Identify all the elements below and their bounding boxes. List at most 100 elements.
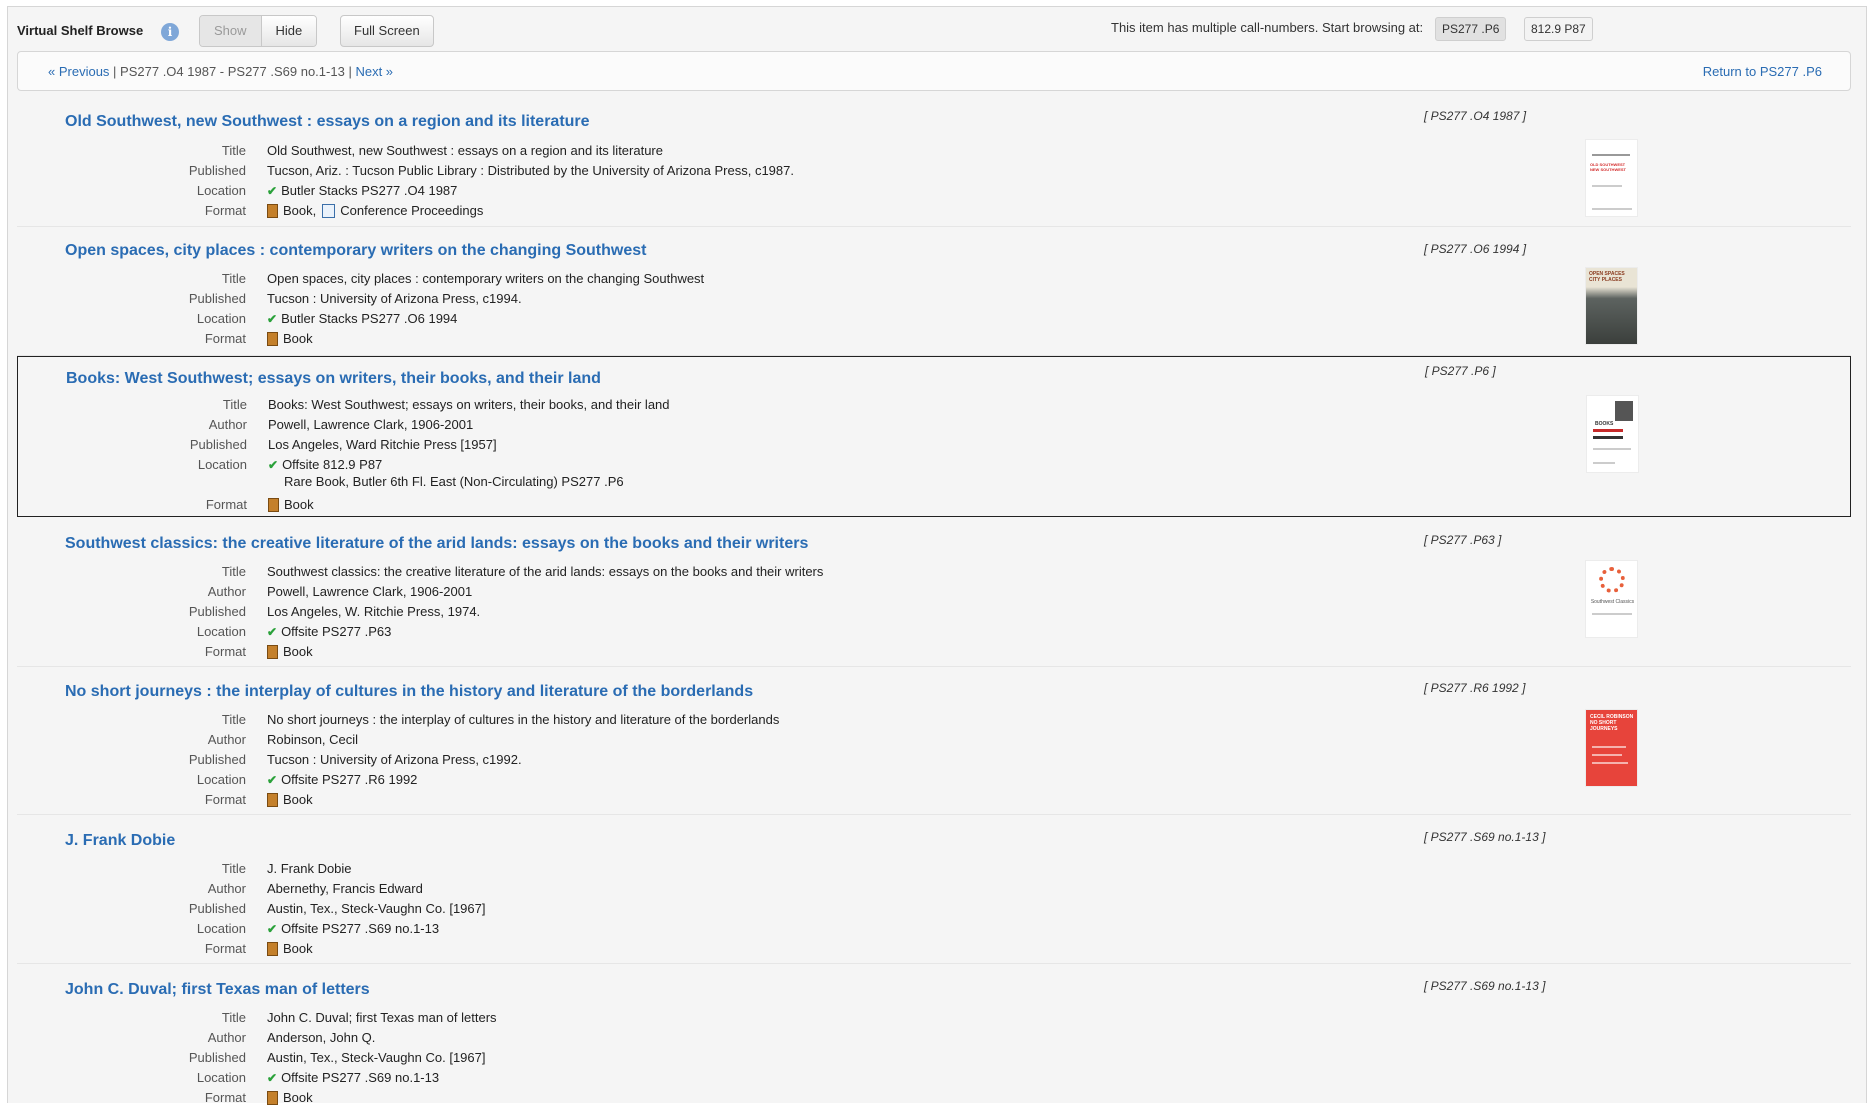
- shelf-record: Southwest classics: the creative literat…: [17, 517, 1851, 667]
- record-location-value: Offsite PS277 .S69 no.1-13: [281, 921, 440, 936]
- info-icon[interactable]: i: [161, 23, 179, 41]
- shelf-range-nav: « Previous | PS277 .O4 1987 - PS277 .S69…: [48, 64, 393, 79]
- field-label-published: Published: [188, 901, 246, 916]
- conference-proceedings-icon: [322, 204, 336, 218]
- record-title-link[interactable]: John C. Duval; first Texas man of letter…: [65, 981, 370, 999]
- record-author-value: Powell, Lawrence Clark, 1906-2001: [268, 417, 474, 432]
- book-cover-thumbnail[interactable]: BOOKS: [1586, 395, 1639, 473]
- shelf-record-selected: Books: West Southwest; essays on writers…: [17, 356, 1851, 517]
- available-check-icon: ✔: [267, 312, 278, 326]
- shelf-navigation-bar: « Previous | PS277 .O4 1987 - PS277 .S69…: [17, 51, 1851, 91]
- book-cover-thumbnail[interactable]: CECIL ROBINSON NO SHORT JOURNEYS: [1585, 709, 1638, 787]
- field-label-location: Location: [196, 311, 246, 326]
- show-hide-toggle: Show Hide: [199, 15, 318, 47]
- shelf-record: J. Frank Dobie [ PS277 .S69 no.1-13 ] Ti…: [17, 815, 1851, 964]
- shelf-browse-toolbar: Virtual Shelf Browse i Show Hide Full Sc…: [8, 7, 1866, 51]
- record-published-value: Tucson : University of Arizona Press, c1…: [267, 291, 522, 306]
- book-icon: [267, 204, 278, 218]
- record-call-number: [ PS277 .P63 ]: [1424, 533, 1502, 547]
- available-check-icon: ✔: [267, 922, 278, 936]
- book-cover-thumbnail[interactable]: Southwest Classics: [1585, 560, 1638, 638]
- field-label-location: Location: [196, 921, 246, 936]
- record-format-value: Book: [283, 941, 313, 956]
- book-icon: [267, 793, 278, 807]
- field-label-author: Author: [207, 881, 246, 896]
- record-format-value: Book,: [283, 203, 317, 218]
- panel-title: Virtual Shelf Browse: [17, 23, 144, 38]
- available-check-icon: ✔: [267, 625, 278, 639]
- available-check-icon: ✔: [267, 773, 278, 787]
- record-published-value: Los Angeles, W. Ritchie Press, 1974.: [267, 604, 481, 619]
- next-link[interactable]: Next »: [355, 64, 393, 79]
- field-label-format: Format: [205, 497, 247, 512]
- field-label-format: Format: [204, 331, 246, 346]
- field-label-format: Format: [204, 644, 246, 659]
- full-screen-button[interactable]: Full Screen: [340, 15, 434, 47]
- field-label-title: Title: [221, 1010, 246, 1025]
- hide-button[interactable]: Hide: [261, 16, 317, 46]
- book-icon: [267, 332, 278, 346]
- record-author-value: Powell, Lawrence Clark, 1906-2001: [267, 584, 473, 599]
- field-label-title: Title: [221, 271, 246, 286]
- field-label-published: Published: [188, 291, 246, 306]
- record-title-link[interactable]: No short journeys : the interplay of cul…: [65, 683, 753, 701]
- record-location-value: Butler Stacks PS277 .O4 1987: [281, 183, 458, 198]
- field-label-format: Format: [204, 792, 246, 807]
- show-button[interactable]: Show: [200, 16, 262, 46]
- record-title-link[interactable]: J. Frank Dobie: [65, 832, 175, 850]
- record-call-number: [ PS277 .S69 no.1-13 ]: [1424, 830, 1546, 844]
- field-label-format: Format: [204, 203, 246, 218]
- field-label-location: Location: [196, 183, 246, 198]
- record-published-value: Tucson, Ariz. : Tucson Public Library : …: [267, 163, 794, 178]
- cover-text: CECIL ROBINSON NO SHORT JOURNEYS: [1590, 714, 1634, 732]
- field-label-author: Author: [207, 584, 246, 599]
- record-title-link[interactable]: Southwest classics: the creative literat…: [65, 535, 808, 553]
- record-title-value: John C. Duval; first Texas man of letter…: [267, 1010, 497, 1025]
- book-icon: [267, 645, 278, 659]
- shelf-record: Open spaces, city places : contemporary …: [17, 227, 1851, 356]
- field-label-published: Published: [188, 163, 246, 178]
- record-title-value: Southwest classics: the creative literat…: [267, 564, 824, 579]
- virtual-shelf-browse-panel: Virtual Shelf Browse i Show Hide Full Sc…: [7, 6, 1867, 1105]
- record-location-extra: Rare Book, Butler 6th Fl. East (Non-Circ…: [284, 474, 624, 489]
- record-title-value: Open spaces, city places : contemporary …: [267, 271, 705, 286]
- shelf-record: No short journeys : the interplay of cul…: [17, 667, 1851, 815]
- callnumber-option-ps277-p6[interactable]: PS277 .P6: [1435, 17, 1507, 41]
- available-check-icon: ✔: [267, 1071, 278, 1085]
- nav-separator: |: [113, 64, 121, 79]
- record-title-value: No short journeys : the interplay of cul…: [267, 712, 780, 727]
- record-location-value: Butler Stacks PS277 .O6 1994: [281, 311, 458, 326]
- field-label-published: Published: [188, 1050, 246, 1065]
- book-cover-thumbnail[interactable]: OPEN SPACES CITY PLACES: [1585, 267, 1638, 345]
- record-location-value: Offsite PS277 .R6 1992: [281, 772, 418, 787]
- book-icon: [267, 942, 278, 956]
- record-published-value: Austin, Tex., Steck-Vaughn Co. [1967]: [267, 901, 486, 916]
- record-title-value: Books: West Southwest; essays on writers…: [268, 397, 670, 412]
- record-author-value: Anderson, John Q.: [267, 1030, 376, 1045]
- callnumber-option-812-9-p87[interactable]: 812.9 P87: [1524, 17, 1593, 41]
- record-title-value: Old Southwest, new Southwest : essays on…: [267, 143, 663, 158]
- record-title-link[interactable]: Open spaces, city places : contemporary …: [65, 242, 646, 260]
- shelf-record: John C. Duval; first Texas man of letter…: [17, 964, 1851, 1114]
- previous-link[interactable]: « Previous: [48, 64, 109, 79]
- cover-text: Southwest Classics: [1590, 599, 1635, 605]
- book-cover-thumbnail[interactable]: OLD SOUTHWEST NEW SOUTHWEST: [1585, 139, 1638, 217]
- field-label-title: Title: [221, 712, 246, 727]
- record-published-value: Austin, Tex., Steck-Vaughn Co. [1967]: [267, 1050, 486, 1065]
- return-to-item-link[interactable]: Return to PS277 .P6: [1703, 64, 1822, 79]
- field-label-title: Title: [221, 861, 246, 876]
- field-label-format: Format: [204, 941, 246, 956]
- field-label-location: Location: [196, 1070, 246, 1085]
- cover-text: OPEN SPACES CITY PLACES: [1589, 271, 1625, 283]
- field-label-title: Title: [221, 143, 246, 158]
- record-title-link[interactable]: Old Southwest, new Southwest : essays on…: [65, 113, 590, 131]
- record-title-link[interactable]: Books: West Southwest; essays on writers…: [66, 370, 601, 388]
- field-label-published: Published: [188, 752, 246, 767]
- cover-text: OLD SOUTHWEST NEW SOUTHWEST: [1590, 162, 1626, 172]
- record-author-value: Abernethy, Francis Edward: [267, 881, 423, 896]
- field-label-location: Location: [197, 457, 247, 472]
- record-location-value: Offsite PS277 .P63: [281, 624, 392, 639]
- record-format-value: Book: [283, 792, 313, 807]
- available-check-icon: ✔: [267, 184, 278, 198]
- field-label-published: Published: [189, 437, 247, 452]
